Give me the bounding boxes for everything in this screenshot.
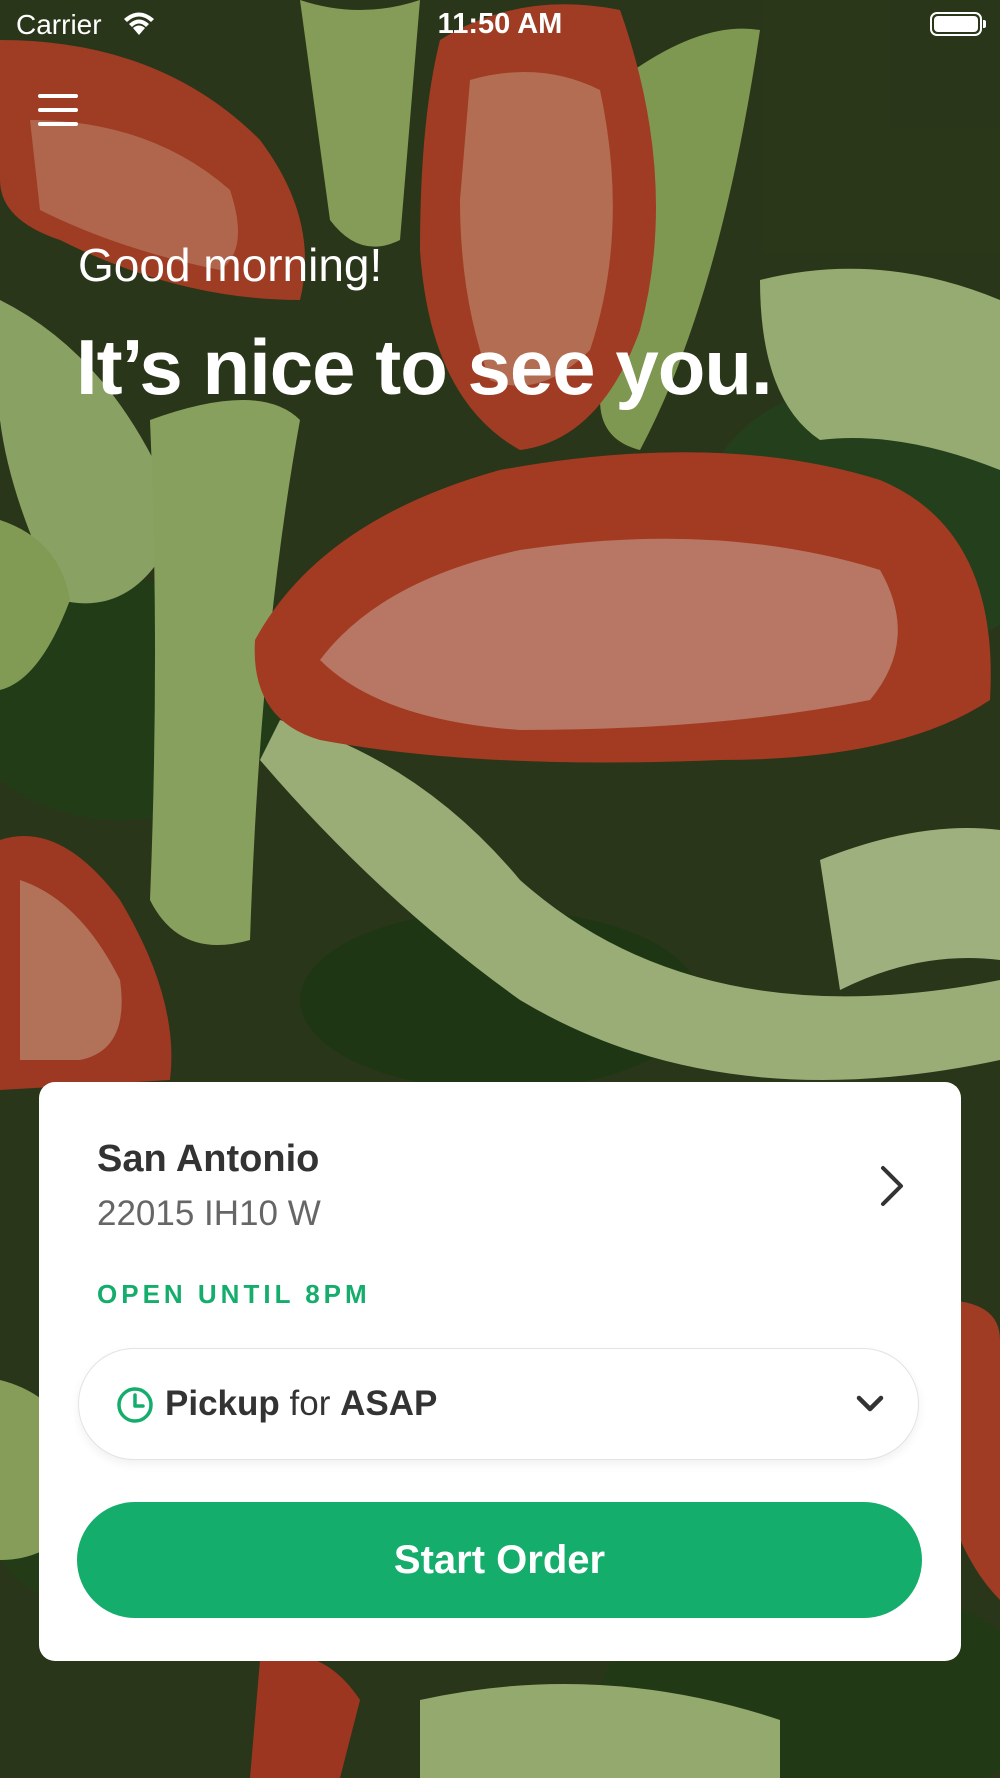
headline-text: It’s nice to see you. xyxy=(76,323,773,411)
menu-line xyxy=(38,94,78,98)
order-connector: for xyxy=(289,1384,331,1423)
chevron-down-icon xyxy=(854,1391,886,1422)
store-name[interactable]: San Antonio xyxy=(97,1138,319,1181)
order-method: Pickup xyxy=(165,1384,280,1423)
status-bar: Carrier 11:50 AM xyxy=(0,0,1000,50)
hamburger-icon[interactable] xyxy=(38,94,78,130)
start-order-button[interactable]: Start Order xyxy=(77,1502,922,1618)
chevron-right-icon[interactable] xyxy=(871,1162,915,1210)
order-timing: ASAP xyxy=(340,1384,438,1423)
hours-status: OPEN UNTIL 8PM xyxy=(97,1279,371,1309)
order-mode-selector[interactable]: Pickup for ASAP xyxy=(78,1348,919,1460)
greeting-text: Good morning! xyxy=(78,239,383,291)
location-card: San Antonio 22015 IH10 W OPEN UNTIL 8PM … xyxy=(39,1082,961,1661)
clock-icon xyxy=(116,1386,154,1429)
battery-icon xyxy=(930,12,986,36)
status-time: 11:50 AM xyxy=(437,8,563,40)
menu-line xyxy=(38,108,78,112)
menu-line xyxy=(38,122,78,126)
store-address[interactable]: 22015 IH10 W xyxy=(97,1194,321,1234)
order-mode-label: Pickup for ASAP xyxy=(165,1384,437,1424)
